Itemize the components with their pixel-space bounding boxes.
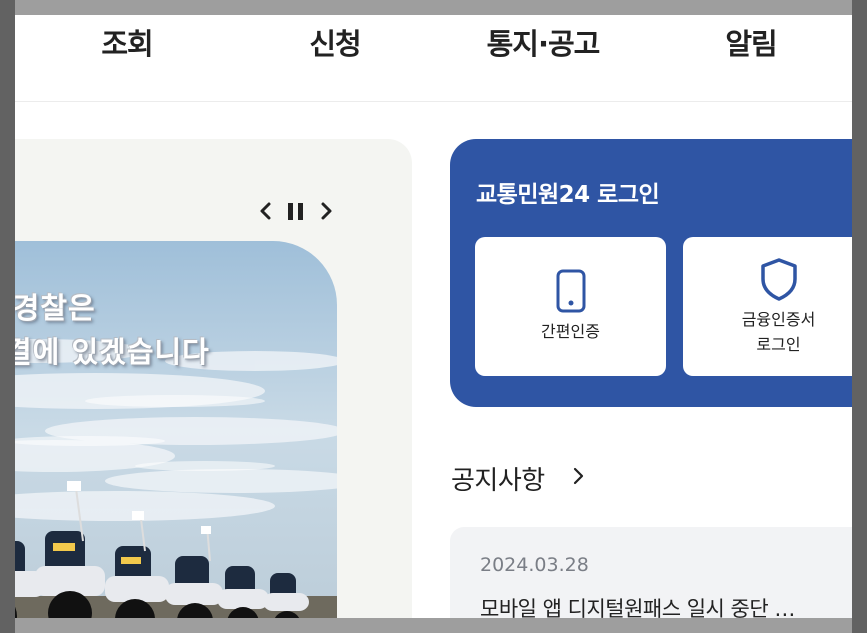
next-arrow-icon[interactable]: [317, 199, 335, 223]
top-nav: 조회 신청 통지·공고 알림: [15, 15, 852, 102]
nav-item-application[interactable]: 신청: [255, 21, 415, 63]
dim-right: [852, 0, 867, 633]
dim-left: [0, 0, 15, 633]
chevron-right-icon[interactable]: [570, 465, 586, 487]
simple-auth-button[interactable]: 간편인증: [475, 237, 666, 376]
prev-arrow-icon[interactable]: [257, 199, 275, 223]
financial-cert-label-line1: 금융인증서: [741, 310, 816, 329]
nav-item-notice-announcement[interactable]: 통지·공고: [463, 21, 623, 63]
page: 조회 신청 통지·공고 알림 경찰은 결에 있겠습니다 교통민원24 로그인 간…: [15, 15, 852, 618]
shield-icon: [761, 258, 797, 301]
banner-headline-line1: 통경찰은: [15, 291, 96, 325]
banner-headline-line2: 결에 있겠습니다: [15, 335, 210, 369]
login-title: 교통민원24 로그인: [476, 182, 660, 208]
notice-heading[interactable]: 공지사항: [451, 460, 545, 497]
login-panel: 교통민원24 로그인 간편인증 금융인증서 로그인: [450, 139, 852, 407]
smartphone-icon: [556, 269, 586, 313]
financial-cert-label-line2: 로그인: [756, 335, 801, 354]
simple-auth-label: 간편인증: [541, 322, 600, 341]
notice-item[interactable]: 2024.03.28 모바일 앱 디지털원패스 일시 중단 …: [450, 527, 852, 618]
notice-title: 모바일 앱 디지털원패스 일시 중단 …: [480, 597, 795, 618]
pause-icon[interactable]: [285, 199, 307, 223]
nav-item-inquiry[interactable]: 조회: [47, 21, 207, 63]
notice-date: 2024.03.28: [480, 554, 589, 576]
nav-item-alerts[interactable]: 알림: [671, 21, 831, 63]
financial-cert-login-button[interactable]: 금융인증서 로그인: [683, 237, 852, 376]
